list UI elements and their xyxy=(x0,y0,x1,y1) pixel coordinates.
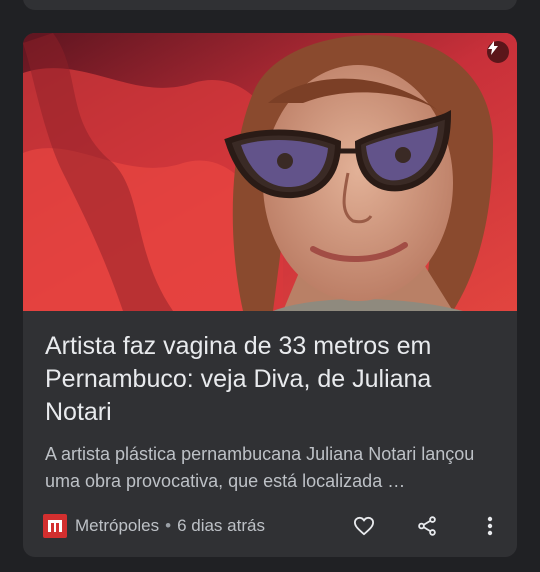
article-title[interactable]: Artista faz vagina de 33 metros em Perna… xyxy=(45,330,485,429)
share-button[interactable] xyxy=(414,513,440,539)
more-options-button[interactable] xyxy=(477,513,503,539)
portrait-illustration xyxy=(23,33,517,311)
card-footer: Metrópoles • 6 dias atrás xyxy=(43,513,503,539)
publisher-name[interactable]: Metrópoles xyxy=(75,516,159,536)
publish-age: 6 dias atrás xyxy=(177,516,265,535)
share-icon xyxy=(418,516,436,536)
like-button[interactable] xyxy=(351,513,377,539)
amp-badge xyxy=(487,41,509,63)
lightning-bolt-icon xyxy=(488,41,498,55)
metropoles-logo-icon xyxy=(48,520,62,532)
heart-icon xyxy=(353,516,374,536)
article-image[interactable] xyxy=(23,33,517,311)
article-snippet: A artista plástica pernambucana Juliana … xyxy=(45,444,475,491)
more-vert-icon xyxy=(487,516,493,536)
previous-card[interactable] xyxy=(23,0,517,10)
publisher-logo xyxy=(43,514,67,538)
news-card[interactable]: Artista faz vagina de 33 metros em Perna… xyxy=(23,33,517,557)
separator-dot: • xyxy=(165,516,172,535)
card-actions xyxy=(351,513,503,539)
